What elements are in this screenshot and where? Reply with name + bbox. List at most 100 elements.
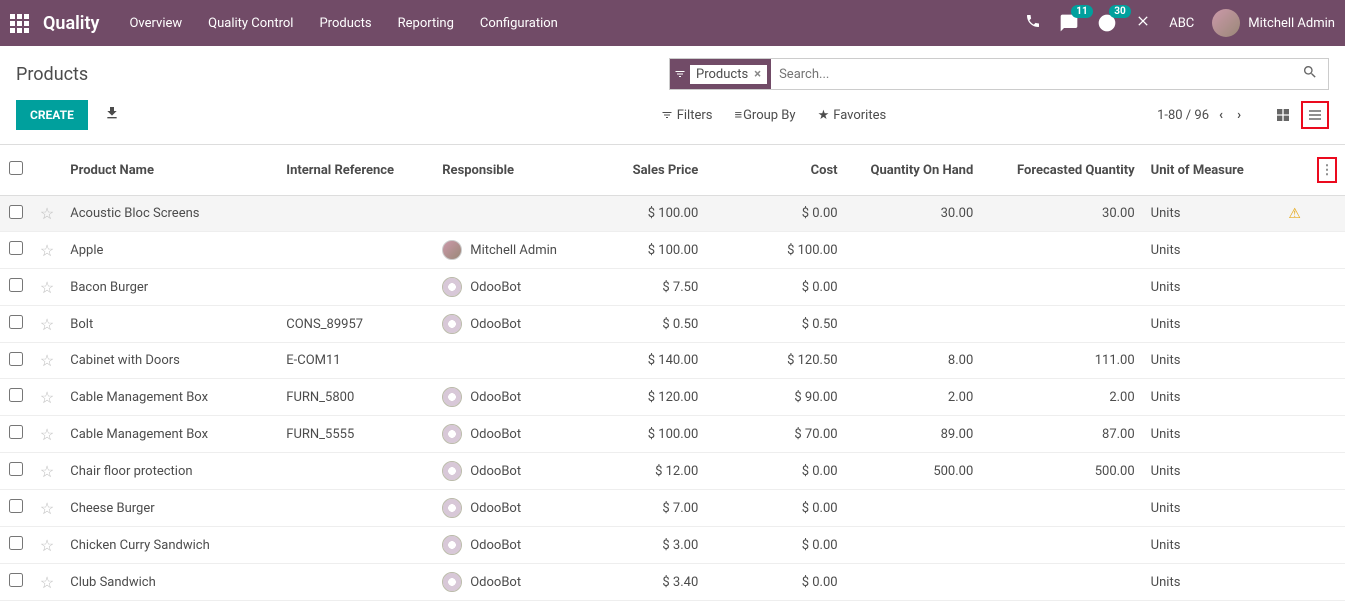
cell-sales-price: $ 12.00 <box>598 453 706 490</box>
cell-sales-price: $ 140.00 <box>598 343 706 379</box>
select-all-checkbox[interactable] <box>9 161 23 175</box>
table-row[interactable]: ☆Bacon BurgerOdooBot$ 7.50$ 0.00Units <box>0 269 1345 306</box>
nav-quality-control[interactable]: Quality Control <box>208 16 293 31</box>
table-row[interactable]: ☆Cable Management BoxFURN_5555OdooBot$ 1… <box>0 416 1345 453</box>
groupby-dropdown[interactable]: ≡ Group By <box>734 107 795 123</box>
warning-icon[interactable]: ⚠ <box>1288 206 1301 222</box>
table-row[interactable]: ☆Cable Management BoxFURN_5800OdooBot$ 1… <box>0 379 1345 416</box>
cell-sales-price: $ 0.50 <box>598 306 706 343</box>
favorite-star-icon[interactable]: ☆ <box>40 462 54 481</box>
cell-unit-of-measure: Units <box>1143 232 1281 269</box>
col-responsible[interactable]: Responsible <box>434 145 598 196</box>
column-options-icon[interactable]: ⋮ <box>1317 157 1337 183</box>
row-checkbox[interactable] <box>9 205 23 219</box>
cell-cost: $ 0.00 <box>706 453 845 490</box>
pager-next-icon[interactable]: › <box>1237 108 1241 123</box>
messages-icon[interactable]: 11 <box>1059 13 1079 33</box>
cell-cost: $ 0.00 <box>706 564 845 601</box>
cell-sales-price: $ 100.00 <box>598 232 706 269</box>
favorite-star-icon[interactable]: ☆ <box>40 536 54 555</box>
filters-dropdown[interactable]: Filters <box>661 107 713 123</box>
col-product-name[interactable]: Product Name <box>62 145 278 196</box>
cell-unit-of-measure: Units <box>1143 601 1281 604</box>
favorite-star-icon[interactable]: ☆ <box>40 388 54 407</box>
avatar-icon <box>442 461 462 481</box>
table-row[interactable]: ☆BoltCONS_89957OdooBot$ 0.50$ 0.50Units <box>0 306 1345 343</box>
pager-prev-icon[interactable]: ‹ <box>1219 108 1223 123</box>
favorite-star-icon[interactable]: ☆ <box>40 315 54 334</box>
row-checkbox[interactable] <box>9 462 23 476</box>
cell-unit-of-measure: Units <box>1143 416 1281 453</box>
cell-forecasted-quantity: 2.00 <box>981 379 1142 416</box>
table-row[interactable]: ☆ Chair floor protection OdooBot $ 12.00$ 0… <box>0 453 1345 490</box>
download-icon[interactable] <box>104 105 120 125</box>
cell-quantity-on-hand <box>846 564 982 601</box>
row-checkbox[interactable] <box>9 352 23 366</box>
table-row[interactable]: ☆Coca-ColaOdooBot$ 2.20$ 0.00Units <box>0 601 1345 604</box>
facet-label-text: Products <box>696 67 748 82</box>
search-bar[interactable]: Products × <box>669 58 1329 90</box>
close-tray-icon[interactable] <box>1135 13 1151 33</box>
favorite-star-icon[interactable]: ☆ <box>40 278 54 297</box>
col-unit-of-measure[interactable]: Unit of Measure <box>1143 145 1281 196</box>
favorite-star-icon[interactable]: ☆ <box>40 241 54 260</box>
favorite-star-icon[interactable]: ☆ <box>40 499 54 518</box>
nav-products[interactable]: Products <box>319 16 371 31</box>
nav-reporting[interactable]: Reporting <box>398 16 454 31</box>
row-checkbox[interactable] <box>9 388 23 402</box>
topbar-right: 11 30 ABC Mitchell Admin <box>1025 9 1335 37</box>
facet-remove-icon[interactable]: × <box>754 67 761 82</box>
pager-range[interactable]: 1-80 / 96 <box>1157 108 1209 123</box>
favorites-dropdown[interactable]: ★ Favorites <box>818 107 887 123</box>
list-view-icon[interactable] <box>1301 101 1329 129</box>
phone-icon[interactable] <box>1025 13 1041 33</box>
cell-forecasted-quantity: 30.00 <box>981 196 1142 232</box>
search-input[interactable] <box>771 67 1292 82</box>
avatar-icon <box>442 424 462 444</box>
user-menu[interactable]: Mitchell Admin <box>1212 9 1335 37</box>
row-checkbox[interactable] <box>9 241 23 255</box>
kanban-view-icon[interactable] <box>1269 101 1297 129</box>
table-row[interactable]: ☆Acoustic Bloc Screens$ 100.00$ 0.0030.0… <box>0 196 1345 232</box>
nav-overview[interactable]: Overview <box>129 16 182 31</box>
col-forecasted-quantity[interactable]: Forecasted Quantity <box>981 145 1142 196</box>
cell-forecasted-quantity: 87.00 <box>981 416 1142 453</box>
favorite-star-icon[interactable]: ☆ <box>40 351 54 370</box>
cell-product-name: Cheese Burger <box>62 490 278 527</box>
col-internal-reference[interactable]: Internal Reference <box>278 145 434 196</box>
col-quantity-on-hand[interactable]: Quantity On Hand <box>846 145 982 196</box>
cell-product-name: Cable Management Box <box>62 379 278 416</box>
table-row[interactable]: ☆Cheese BurgerOdooBot$ 7.00$ 0.00Units <box>0 490 1345 527</box>
responsible-name: OdooBot <box>470 464 521 479</box>
row-checkbox[interactable] <box>9 536 23 550</box>
table-row[interactable]: ☆AppleMitchell Admin$ 100.00$ 100.00Unit… <box>0 232 1345 269</box>
favorite-star-icon[interactable]: ☆ <box>40 425 54 444</box>
row-checkbox[interactable] <box>9 315 23 329</box>
cell-responsible: OdooBot <box>434 379 598 416</box>
table-row[interactable]: ☆Club SandwichOdooBot$ 3.40$ 0.00Units <box>0 564 1345 601</box>
company-switcher[interactable]: ABC <box>1169 16 1194 31</box>
activities-icon[interactable]: 30 <box>1097 13 1117 33</box>
row-checkbox[interactable] <box>9 499 23 513</box>
col-sales-price[interactable]: Sales Price <box>598 145 706 196</box>
row-checkbox[interactable] <box>9 425 23 439</box>
col-cost[interactable]: Cost <box>706 145 845 196</box>
products-table: Product Name Internal Reference Responsi… <box>0 144 1345 604</box>
favorite-star-icon[interactable]: ☆ <box>40 204 54 223</box>
table-row[interactable]: ☆Chicken Curry SandwichOdooBot$ 3.00$ 0.… <box>0 527 1345 564</box>
row-checkbox[interactable] <box>9 278 23 292</box>
activities-badge: 30 <box>1109 5 1130 18</box>
nav-configuration[interactable]: Configuration <box>480 16 558 31</box>
create-button[interactable]: CREATE <box>16 100 88 130</box>
cell-internal-reference <box>278 196 434 232</box>
cell-responsible <box>434 343 598 379</box>
cell-product-name: Chair floor protection <box>62 453 278 490</box>
search-icon[interactable] <box>1292 64 1328 84</box>
cell-internal-reference: FURN_5555 <box>278 416 434 453</box>
table-row[interactable]: ☆Cabinet with DoorsE-COM11$ 140.00$ 120.… <box>0 343 1345 379</box>
apps-icon[interactable] <box>10 14 29 33</box>
app-brand[interactable]: Quality <box>43 13 99 34</box>
row-checkbox[interactable] <box>9 573 23 587</box>
cell-unit-of-measure: Units <box>1143 527 1281 564</box>
favorite-star-icon[interactable]: ☆ <box>40 573 54 592</box>
